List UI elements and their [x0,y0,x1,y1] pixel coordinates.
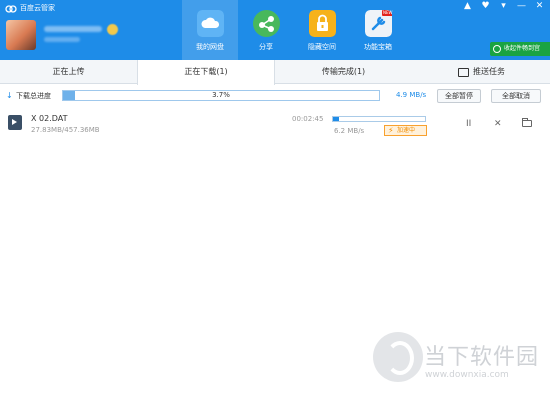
window-controls: ▲ ♥ ▾ — ✕ [461,1,546,12]
feedback-icon[interactable]: ♥ [479,1,492,12]
user-quota-blurred [44,37,80,42]
watermark-url: www.downxia.com [425,370,509,380]
nav-share[interactable]: 分享 [238,0,294,60]
overall-progress-row: ↓ 下载总进度 3.7% 4.9 MB/s 全部暂停 全部取消 [0,85,550,107]
menu-dropdown-icon[interactable]: ▾ [497,1,510,12]
cloud-icon [197,10,224,37]
nav-share-label: 分享 [259,43,273,51]
overall-progress-bar: 3.7% [62,90,380,101]
tab-completed[interactable]: 传输完成(1) [275,60,412,84]
tab-push-tasks[interactable]: 推送任务 [458,60,505,84]
tab-downloading[interactable]: 正在下载(1) [137,60,275,85]
pause-task-button[interactable]: II [466,119,471,129]
check-circle-icon [493,45,501,53]
download-task-row[interactable]: X 02.DAT 27.83MB/457.36MB 00:02:45 6.2 M… [0,110,550,138]
notification-icon[interactable]: ▲ [461,1,474,12]
task-progress-fill [333,117,339,121]
task-time-left: 00:02:45 [292,115,324,123]
watermark-logo-icon [373,332,423,382]
task-file-size: 27.83MB/457.36MB [31,126,100,134]
app-title-text: 百度云管家 [20,4,55,12]
nav-my-disk[interactable]: 我的网盘 [182,0,238,60]
cancel-all-button[interactable]: 全部取消 [491,89,541,103]
watermark-title: 当下软件园 [424,345,540,370]
nav-toolbox[interactable]: NEW 功能宝箱 [350,0,406,60]
push-tasks-label: 推送任务 [473,67,505,76]
header-bar: 百度云管家 ▲ ♥ ▾ — ✕ 我的网盘 分享 隐藏空间 NEW 功能宝箱 收起… [0,0,550,60]
lightning-icon: ⚡ [388,126,394,135]
nav-toolbox-label: 功能宝箱 [364,43,392,51]
accelerating-label: 加速中 [397,127,416,134]
transfer-tabs: 正在上传 正在下载(1) 传输完成(1) 推送任务 [0,60,550,85]
close-button[interactable]: ✕ [533,1,546,12]
tab-uploading[interactable]: 正在上传 [0,60,137,84]
collapse-complete-button[interactable]: 收起件畅到宫 [490,42,550,56]
monitor-icon [458,67,469,77]
video-file-icon [8,115,22,130]
overall-speed: 4.9 MB/s [396,91,427,99]
share-icon [253,10,280,37]
task-speed: 6.2 MB/s [334,127,365,135]
pause-all-button[interactable]: 全部暂停 [437,89,481,103]
overall-progress-label: 下载总进度 [16,92,51,100]
app-title: 百度云管家 [5,3,55,13]
cancel-task-button[interactable]: ✕ [494,119,502,129]
nav-hidden-space[interactable]: 隐藏空间 [294,0,350,60]
task-file-name: X 02.DAT [31,114,68,123]
baidu-cloud-logo-icon [5,4,17,13]
lock-icon [309,10,336,37]
overall-progress-percent: 3.7% [212,91,230,99]
nav-my-disk-label: 我的网盘 [196,43,224,51]
open-folder-icon[interactable] [522,118,532,127]
task-progress-bar [332,116,426,122]
vip-badge-icon [107,24,118,35]
minimize-button[interactable]: — [515,1,528,12]
download-arrow-icon: ↓ [6,91,13,100]
collapse-complete-label: 收起件畅到宫 [504,45,541,52]
nav-hidden-space-label: 隐藏空间 [308,43,336,51]
accelerating-badge[interactable]: ⚡ 加速中 [384,125,427,136]
user-avatar[interactable] [6,20,36,50]
username-blurred [44,26,102,32]
new-badge: NEW [383,10,393,15]
